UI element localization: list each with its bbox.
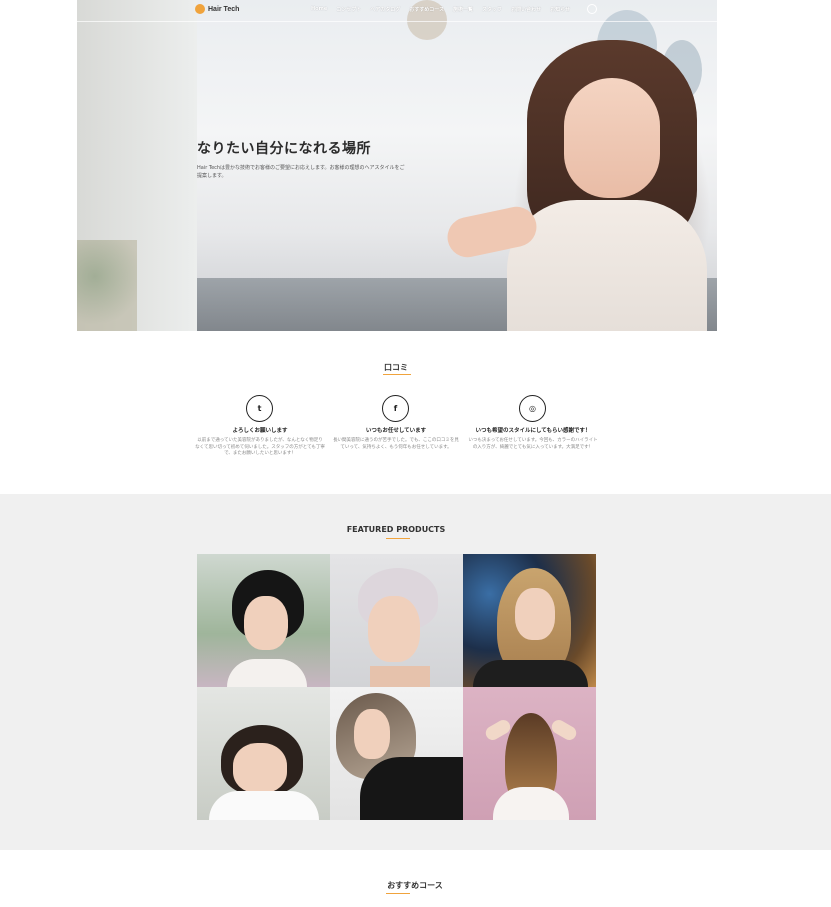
- twitter-icon[interactable]: t: [246, 395, 273, 422]
- instagram-icon[interactable]: ◎: [519, 395, 546, 422]
- products-title-underline: [386, 538, 410, 539]
- hero-banner: Hair Tech Home コンセプト ヘアカタログ おすすめコース 施術一覧…: [77, 0, 717, 331]
- hero-subtitle: Hair Techは豊かな技術でお客様のご要望にお応えします。お客様の理想のヘア…: [197, 165, 405, 179]
- model-face: [244, 596, 288, 650]
- nav-item-contact[interactable]: お問い合わせ: [511, 6, 541, 13]
- courses-title-underline: [386, 893, 410, 894]
- hero-background-plant: [77, 240, 137, 331]
- hero-title: なりたい自分になれる場所: [197, 141, 371, 157]
- top-navigation: Hair Tech Home コンセプト ヘアカタログ おすすめコース 施術一覧…: [77, 0, 717, 22]
- facebook-icon[interactable]: f: [382, 395, 409, 422]
- nav-item-recommended-course[interactable]: おすすめコース: [409, 6, 444, 13]
- product-image-long-blonde[interactable]: [463, 554, 596, 687]
- reviews-title-underline: [383, 374, 411, 375]
- model-shoulders: [227, 659, 307, 687]
- review-text: 以前まで通っていた美容院がありましたが、なんとなく物足りなくて思い切って初めて伺…: [195, 438, 325, 456]
- review-card: いつもお任せしています 長い間美容院に通うのが苦手でした。でも、ここの口コミを見…: [331, 426, 461, 451]
- review-card: よろしくお願いします 以前まで通っていた美容院がありましたが、なんとなく物足りな…: [195, 426, 325, 458]
- review-text: いつも決まってお任せしています。今回も、カラーのハイライトの入り方が、綺麗でとて…: [468, 438, 598, 450]
- model-shoulders: [360, 757, 463, 820]
- courses-section-title: おすすめコース: [387, 881, 443, 890]
- nav-menu: Home コンセプト ヘアカタログ おすすめコース 施術一覧 スタッフ お問い合…: [311, 6, 570, 13]
- model-face: [354, 709, 390, 759]
- nav-item-staff[interactable]: スタッフ: [482, 6, 502, 13]
- model-glasses: [217, 757, 219, 759]
- nav-item-hair-catalog[interactable]: ヘアカタログ: [370, 6, 400, 13]
- nav-item-news[interactable]: お知らせ: [550, 6, 570, 13]
- product-image-balayage-bob[interactable]: [330, 687, 463, 820]
- model-face: [515, 588, 555, 640]
- search-icon[interactable]: [587, 4, 597, 14]
- model-face: [368, 596, 420, 662]
- brand-logo[interactable]: Hair Tech: [195, 4, 239, 14]
- nav-item-services[interactable]: 施術一覧: [453, 6, 473, 13]
- review-text: 長い間美容院に通うのが苦手でした。でも、ここの口コミを見ていって、気持ちよく、も…: [333, 438, 459, 450]
- review-card: いつも希望のスタイルにしてもらい感謝です！ いつも決まってお任せしています。今回…: [468, 426, 598, 451]
- reviews-section-title: 口コミ: [384, 363, 408, 372]
- model-neck: [370, 666, 430, 687]
- model-face: [233, 743, 287, 793]
- model-shoulders: [473, 660, 588, 687]
- hair-tech-logo-icon: [195, 4, 205, 14]
- nav-divider: [77, 21, 717, 22]
- review-title: いつもお任せしています: [365, 428, 427, 434]
- nav-item-concept[interactable]: コンセプト: [336, 6, 361, 13]
- product-image-bob-glasses[interactable]: [197, 687, 330, 820]
- hero-model-face: [564, 78, 660, 198]
- products-section-title: FEATURED PRODUCTS: [346, 525, 446, 534]
- product-image-long-wavy-back[interactable]: [463, 687, 596, 820]
- review-title: いつも希望のスタイルにしてもらい感謝です！: [475, 428, 591, 434]
- product-image-platinum-pixie[interactable]: [330, 554, 463, 687]
- brand-name: Hair Tech: [208, 5, 240, 13]
- hero-model-body: [507, 200, 707, 331]
- model-shoulders: [209, 791, 319, 820]
- nav-item-home[interactable]: Home: [311, 6, 327, 13]
- review-title: よろしくお願いします: [232, 428, 288, 434]
- model-shoulders: [493, 787, 569, 820]
- product-image-short-black-bob[interactable]: [197, 554, 330, 687]
- product-grid: [197, 554, 596, 820]
